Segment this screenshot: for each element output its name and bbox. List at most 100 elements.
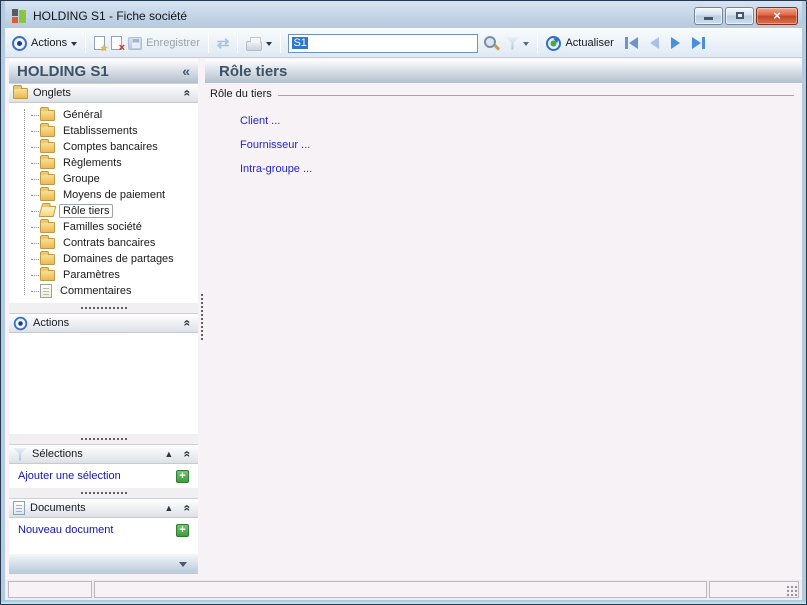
close-icon: × (773, 8, 781, 23)
search-input[interactable]: S1 (288, 33, 479, 53)
sidebar-item-groupe[interactable]: Groupe (15, 170, 198, 187)
sidebar-title: HOLDING S1 (17, 62, 109, 80)
main-header: Rôle tiers (205, 59, 802, 83)
sidebar-item-domaines-de-partages[interactable]: Domaines de partages (15, 250, 198, 267)
new-record-button[interactable]: ★ (91, 36, 108, 53)
tree-item-label: Contrats bancaires (63, 237, 156, 249)
sidebar-item-familles-societe[interactable]: Familles société (15, 218, 198, 235)
printer-icon (246, 36, 263, 51)
collapse-single-icon[interactable]: ▲ (164, 503, 173, 513)
groupbox-role-du-tiers: Rôle du tiers (208, 88, 794, 100)
sidebar-item-parametres[interactable]: Paramètres (15, 266, 198, 283)
restore-button[interactable] (725, 6, 754, 25)
onglets-tree: Général Etablissements Comptes bancaires… (9, 103, 198, 303)
documents-section-label: Documents (30, 502, 86, 514)
sidebar: HOLDING S1 « Onglets « Général Etablisse… (9, 59, 198, 574)
save-button[interactable]: Enregistrer (125, 36, 203, 50)
folder-icon (40, 218, 55, 233)
sidebar-item-contrats-bancaires[interactable]: Contrats bancaires (15, 234, 198, 251)
tree-item-label: Moyens de paiement (63, 189, 166, 201)
horizontal-splitter-grip[interactable] (9, 434, 198, 444)
horizontal-splitter-grip[interactable] (9, 488, 198, 498)
section-header-actions[interactable]: Actions « (9, 313, 198, 333)
collapse-section-icon[interactable]: « (181, 505, 195, 512)
collapse-section-icon[interactable]: « (181, 451, 195, 458)
sidebar-collapse-bar[interactable] (9, 554, 198, 574)
app-icon (11, 8, 27, 24)
sidebar-item-role-tiers[interactable]: Rôle tiers (15, 203, 198, 219)
actions-menu-button[interactable]: Actions (9, 35, 80, 51)
previous-record-button[interactable] (649, 37, 659, 49)
first-record-icon (628, 37, 638, 49)
actions-panel (9, 333, 198, 434)
tree-item-label: Paramètres (63, 269, 120, 281)
section-header-selections[interactable]: Sélections ▲ « (9, 444, 198, 464)
chevron-down-icon (179, 561, 187, 571)
first-record-button[interactable] (624, 37, 638, 49)
add-selection-plus-button[interactable]: + (176, 469, 189, 483)
section-header-onglets[interactable]: Onglets « (9, 83, 198, 103)
sidebar-item-moyens-de-paiement[interactable]: Moyens de paiement (15, 186, 198, 203)
onglets-section-label: Onglets (33, 87, 71, 99)
save-label: Enregistrer (146, 37, 200, 49)
collapse-section-icon[interactable]: « (181, 90, 195, 97)
fournisseur-link[interactable]: Fournisseur ... (240, 139, 310, 151)
folder-icon (13, 84, 28, 99)
delete-record-button[interactable]: × (108, 36, 125, 54)
client-link[interactable]: Client ... (240, 115, 280, 127)
close-button[interactable]: × (756, 6, 798, 25)
chevron-down-icon (266, 41, 273, 49)
record-navigation (624, 37, 705, 49)
tree-item-label: Règlements (63, 157, 122, 169)
collapse-single-icon[interactable]: ▲ (164, 449, 173, 459)
new-document-link[interactable]: Nouveau document (18, 524, 113, 536)
refresh-button[interactable]: ⇄ (214, 36, 233, 51)
sidebar-item-comptes-bancaires[interactable]: Comptes bancaires (15, 138, 198, 155)
collapse-section-icon[interactable]: « (181, 320, 195, 327)
vertical-splitter[interactable] (198, 59, 205, 574)
actualiser-icon (546, 35, 562, 51)
tree-item-label: Rôle tiers (59, 204, 114, 218)
sidebar-item-commentaires[interactable]: Commentaires (15, 283, 198, 299)
folder-icon (40, 138, 55, 153)
sidebar-item-reglements[interactable]: Règlements (15, 154, 198, 171)
new-page-icon: ★ (94, 36, 108, 53)
open-folder-icon (38, 205, 57, 217)
add-selection-link[interactable]: Ajouter une sélection (18, 470, 121, 482)
tree-item-label: Etablissements (63, 125, 138, 137)
horizontal-splitter-grip[interactable] (9, 303, 198, 313)
toolbar-separator (237, 33, 239, 53)
search-button[interactable] (480, 35, 502, 51)
sidebar-filler (9, 542, 198, 554)
next-record-button[interactable] (670, 37, 680, 49)
chevron-down-icon (523, 41, 530, 49)
resize-grip[interactable] (786, 585, 798, 597)
last-record-button[interactable] (691, 37, 705, 49)
sidebar-item-etablissements[interactable]: Etablissements (15, 122, 198, 139)
main-panel: Rôle tiers Rôle du tiers Client ... Four… (205, 59, 802, 574)
actions-menu-label: Actions (31, 37, 68, 49)
section-header-documents[interactable]: Documents ▲ « (9, 498, 198, 518)
folder-icon (40, 234, 55, 249)
folder-icon (40, 186, 55, 201)
groupbox-line (277, 94, 794, 96)
actualiser-button[interactable]: Actualiser (543, 35, 616, 51)
intra-groupe-link[interactable]: Intra-groupe ... (240, 163, 312, 175)
folder-icon (40, 122, 55, 137)
collapse-sidebar-button[interactable]: « (182, 63, 190, 79)
search-icon (483, 35, 499, 51)
status-panel-left (8, 581, 92, 598)
sidebar-title-bar: HOLDING S1 « (9, 59, 198, 83)
folder-icon (40, 106, 55, 121)
filter-button[interactable] (502, 36, 532, 50)
toolbar-separator (280, 33, 282, 53)
print-button[interactable] (243, 36, 275, 51)
minimize-button[interactable] (694, 6, 723, 25)
folder-icon (40, 154, 55, 169)
new-document-plus-button[interactable]: + (176, 523, 189, 537)
toolbar-separator (85, 33, 87, 53)
documents-link-row: Nouveau document + (9, 518, 198, 542)
actions-bullseye-icon (13, 316, 28, 330)
tree-item-label: Domaines de partages (63, 253, 174, 265)
sidebar-item-general[interactable]: Général (15, 106, 198, 123)
